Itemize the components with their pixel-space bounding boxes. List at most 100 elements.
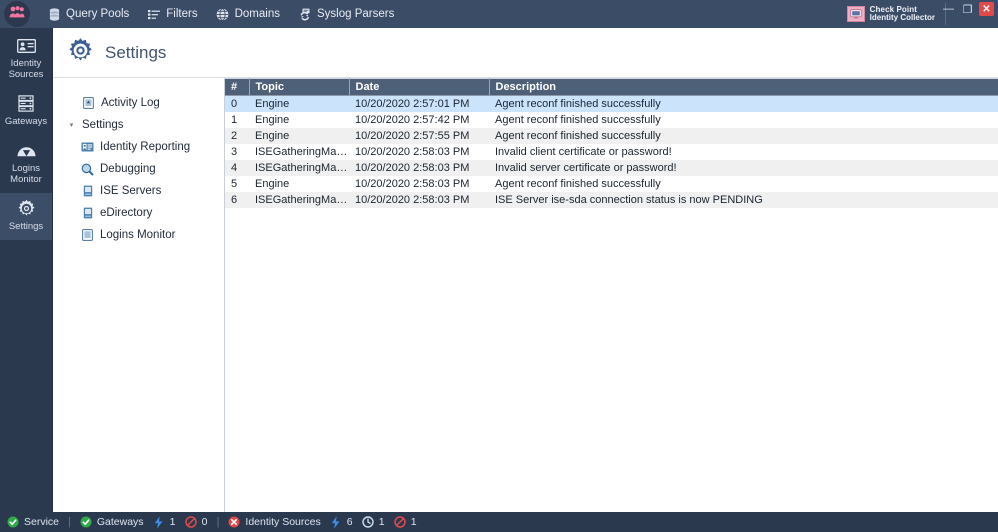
status-service[interactable]: Service [7, 516, 68, 528]
cell-date: 10/20/2020 2:58:03 PM [355, 193, 470, 206]
table-row[interactable]: 1 Engine 10/20/2020 2:57:42 PM Agent rec… [225, 111, 998, 128]
content-area: Settings ▸ Activity Log [52, 28, 998, 512]
tree-item-label: Activity Log [101, 97, 160, 109]
status-sources-pending[interactable]: 1 [362, 516, 394, 528]
activity-log-table: # Topic Date Description 0 Engine 10/20/… [225, 78, 998, 208]
sidebar-item-label-2: Sources [8, 68, 44, 80]
syslog-parser-icon [298, 7, 312, 21]
column-header-description[interactable]: Description [489, 78, 998, 96]
restore-button[interactable]: ❐ [960, 2, 975, 16]
brand-line-2: Identity Collector [869, 13, 935, 22]
bolt-icon [330, 515, 342, 529]
menu-item-query-pools[interactable]: Query Pools [38, 3, 138, 25]
status-identity-sources-label: Identity Sources [245, 516, 321, 528]
table-row[interactable]: 0 Engine 10/20/2020 2:57:01 PM Agent rec… [225, 95, 998, 112]
status-service-label: Service [24, 516, 60, 528]
table-row[interactable]: 5 Engine 10/20/2020 2:58:03 PM Agent rec… [225, 175, 998, 192]
status-gateways-blocked[interactable]: 0 [184, 516, 217, 528]
sidebar-rail: Identity Sources Gateways Logins Monitor… [0, 28, 52, 512]
status-gateways[interactable]: Gateways [80, 516, 153, 528]
tree-item-edirectory[interactable]: eDirectory [53, 204, 224, 222]
close-button[interactable]: ✕ [979, 2, 994, 16]
magnifier-icon [81, 163, 94, 176]
settings-tree: ▸ Activity Log ▾ Settings [53, 78, 225, 512]
sidebar-item-logins-monitor[interactable]: Logins Monitor [0, 135, 52, 193]
minimize-button[interactable]: — [941, 2, 956, 16]
body: Identity Sources Gateways Logins Monitor… [0, 28, 998, 512]
identity-card-icon [16, 36, 36, 56]
cell-description: Agent reconf finished successfully [495, 129, 661, 142]
tree-item-label: eDirectory [100, 207, 153, 219]
table-body: 0 Engine 10/20/2020 2:57:01 PM Agent rec… [225, 95, 998, 208]
tree-item-identity-reporting[interactable]: Identity Reporting [53, 138, 224, 156]
cell-date: 10/20/2020 2:58:03 PM [355, 177, 470, 190]
column-header-topic[interactable]: Topic [249, 78, 350, 96]
tree-item-logins-monitor[interactable]: Logins Monitor [53, 226, 224, 244]
tree-item-ise-servers[interactable]: ISE Servers [53, 182, 224, 200]
cell-topic: Engine [255, 129, 290, 142]
cell-date: 10/20/2020 2:58:03 PM [355, 145, 470, 158]
titlebar: Query Pools Filters Domains Syslog Parse… [0, 0, 998, 28]
status-sources-blocked[interactable]: 1 [393, 516, 426, 528]
table-header-row: # Topic Date Description [225, 78, 998, 96]
status-gateways-label: Gateways [96, 516, 144, 528]
status-gateways-blocked-value: 0 [201, 516, 208, 528]
menu-item-domains[interactable]: Domains [207, 3, 289, 25]
table-row[interactable]: 2 Engine 10/20/2020 2:57:55 PM Agent rec… [225, 127, 998, 144]
menu-item-filters[interactable]: Filters [138, 3, 206, 25]
clock-icon [362, 516, 374, 528]
sidebar-item-identity-sources[interactable]: Identity Sources [0, 30, 52, 88]
cell-date: 10/20/2020 2:57:01 PM [355, 97, 470, 110]
tree-item-activity-log[interactable]: ▸ Activity Log [53, 94, 224, 112]
statusbar: Service | Gateways 1 0 | Identity Source… [0, 512, 998, 532]
blocked-icon [184, 516, 197, 528]
tree-item-label: Settings [82, 119, 124, 131]
cell-index: 5 [231, 177, 238, 190]
status-identity-sources[interactable]: Identity Sources [228, 516, 329, 528]
filter-list-icon [147, 7, 161, 21]
cell-description: Agent reconf finished successfully [495, 177, 661, 190]
activity-log-icon [82, 97, 95, 110]
chevron-down-icon[interactable]: ▾ [67, 121, 76, 129]
column-header-index[interactable]: # [225, 78, 250, 96]
tree-item-debugging[interactable]: Debugging [53, 160, 224, 178]
check-circle-green-icon [7, 516, 19, 528]
sidebar-item-gateways[interactable]: Gateways [0, 88, 52, 135]
tree-item-settings[interactable]: ▾ Settings [53, 116, 224, 134]
cell-description: Agent reconf finished successfully [495, 97, 661, 110]
status-gateways-connected-value: 1 [169, 516, 176, 528]
status-sources-connected-value: 6 [346, 516, 353, 528]
tree-item-label: Logins Monitor [100, 229, 176, 241]
cell-date: 10/20/2020 2:57:55 PM [355, 129, 470, 142]
cell-description: Agent reconf finished successfully [495, 113, 661, 126]
table-row[interactable]: 6 ISEGatheringManager 10/20/2020 2:58:03… [225, 191, 998, 208]
table-row[interactable]: 4 ISEGatheringManager 10/20/2020 2:58:03… [225, 159, 998, 176]
cell-topic: ISEGatheringManager [255, 161, 349, 174]
cell-index: 0 [231, 97, 238, 110]
cell-topic: Engine [255, 97, 290, 110]
globe-icon [216, 7, 230, 21]
app-logo[interactable] [4, 1, 30, 27]
database-icon [47, 7, 61, 21]
gear-icon [67, 37, 94, 69]
sidebar-item-settings[interactable]: Settings [0, 192, 52, 240]
error-circle-red-icon [228, 516, 240, 528]
status-sources-connected[interactable]: 6 [330, 515, 362, 529]
cell-topic: Engine [255, 177, 290, 190]
bolt-icon [153, 515, 165, 529]
cell-index: 6 [231, 193, 238, 206]
status-separator: | [68, 516, 71, 528]
menu-item-label: Query Pools [66, 8, 130, 20]
column-header-date[interactable]: Date [349, 78, 490, 96]
server-rack-icon [18, 94, 34, 114]
cell-index: 2 [231, 129, 238, 142]
status-gateways-connected[interactable]: 1 [153, 515, 185, 529]
cell-index: 3 [231, 145, 238, 158]
page-title: Settings [105, 42, 167, 62]
menu-item-syslog-parsers[interactable]: Syslog Parsers [289, 3, 403, 25]
status-sources-pending-value: 1 [378, 516, 385, 528]
table-row[interactable]: 3 ISEGatheringManager 10/20/2020 2:58:03… [225, 143, 998, 160]
menu-item-label: Domains [234, 8, 280, 20]
gear-icon [17, 199, 36, 219]
server-icon [81, 207, 94, 220]
